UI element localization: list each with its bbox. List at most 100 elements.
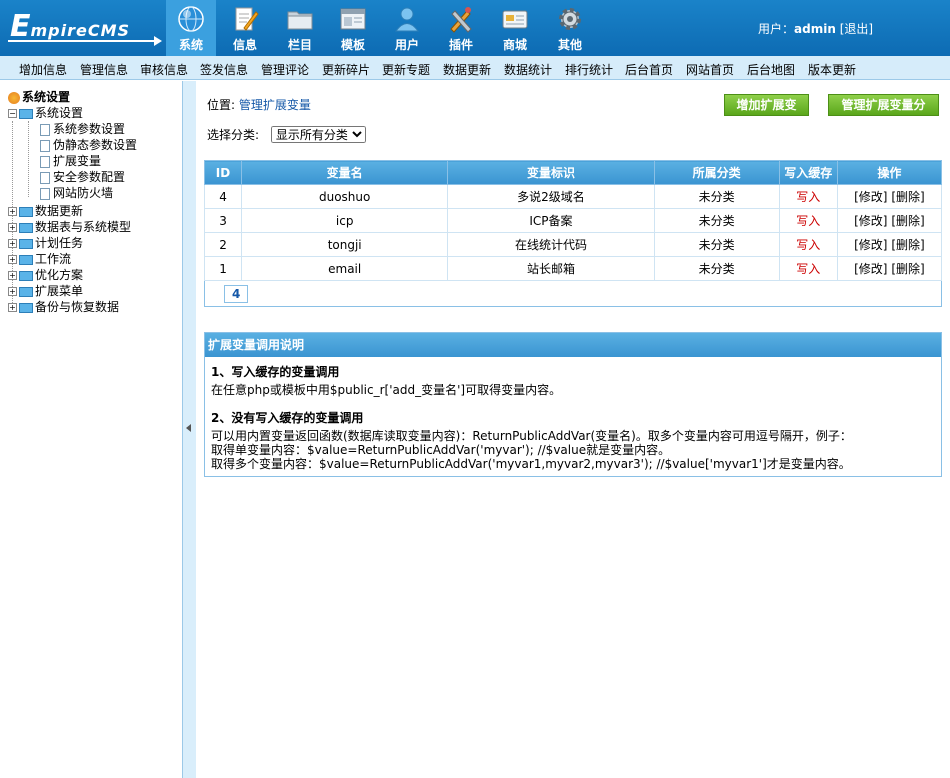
add-ext-var-button[interactable]: 增加扩展变量: [724, 94, 809, 132]
delete-link[interactable]: [删除]: [891, 190, 924, 204]
submenu-admin-map[interactable]: 后台地图: [747, 61, 795, 78]
collapse-arrow-icon[interactable]: [186, 424, 191, 432]
tree-item-firewall[interactable]: 网站防火墙: [40, 185, 113, 201]
logo-letter: E: [10, 9, 31, 44]
submenu-manage-info[interactable]: 管理信息: [80, 61, 128, 78]
tree-item-security-params[interactable]: 安全参数配置: [40, 169, 125, 185]
help-title: 扩展变量调用说明: [205, 333, 941, 357]
tree-item-rewrite-params[interactable]: 伪静态参数设置: [40, 137, 137, 153]
edit-link[interactable]: [修改]: [854, 214, 887, 228]
cell-id: 3: [203, 208, 243, 233]
cell-actions: [修改] [删除]: [836, 256, 943, 281]
nav-plugin[interactable]: 插件: [438, 0, 484, 56]
top-header: EmpireCMS 系统 信息 栏目 模板 用户 插件 商城 其他 用户：adm…: [0, 0, 950, 56]
page-number[interactable]: 4: [224, 284, 249, 303]
edit-link[interactable]: [修改]: [854, 262, 887, 276]
submenu-site-home[interactable]: 网站首页: [686, 61, 734, 78]
tree-item-label: 伪静态参数设置: [53, 138, 138, 152]
expand-icon[interactable]: +: [8, 271, 17, 280]
nav-info-label: 信息: [232, 38, 257, 52]
cell-label: 在线统计代码: [447, 232, 655, 257]
submenu-version-update[interactable]: 版本更新: [808, 61, 856, 78]
help-section-2-line-2: 取得单变量内容：$value=ReturnPublicAddVar('myvar…: [211, 443, 671, 457]
nav-shop[interactable]: 商城: [492, 0, 538, 56]
folder-icon: [19, 254, 33, 265]
manage-ext-var-category-button[interactable]: 管理扩展变量分类: [828, 94, 939, 132]
tree-group-tables-models[interactable]: + 数据表与系统模型: [8, 219, 131, 235]
empirecms-logo[interactable]: EmpireCMS: [8, 8, 162, 48]
delete-link[interactable]: [删除]: [891, 214, 924, 228]
logout-link[interactable]: [退出]: [840, 22, 873, 36]
help-box: 扩展变量调用说明 1、写入缓存的变量调用 在任意php或模板中用$public_…: [204, 332, 942, 477]
tree-root[interactable]: 系统设置: [8, 89, 70, 105]
nav-template[interactable]: 模板: [330, 0, 376, 56]
tree-group-label: 计划任务: [35, 236, 84, 250]
category-select[interactable]: 显示所有分类: [270, 126, 366, 143]
table-row: 3 icp ICP备案 未分类 写入 [修改] [删除]: [203, 208, 943, 233]
delete-link[interactable]: [删除]: [891, 238, 924, 252]
delete-link[interactable]: [删除]: [891, 262, 924, 276]
tree-group-ext-menu[interactable]: + 扩展菜单: [8, 283, 83, 299]
nav-user[interactable]: 用户: [384, 0, 430, 56]
document-icon: [40, 171, 50, 184]
edit-link[interactable]: [修改]: [854, 238, 887, 252]
nav-template-label: 模板: [340, 38, 365, 52]
submenu-sign-info[interactable]: 签发信息: [200, 61, 248, 78]
cell-id: 4: [203, 184, 243, 209]
write-cache-link[interactable]: 写入: [778, 232, 838, 257]
expand-icon[interactable]: +: [8, 239, 17, 248]
submenu-update-fragments[interactable]: 更新碎片: [322, 61, 370, 78]
breadcrumb-prefix: 位置:: [207, 98, 236, 112]
expand-icon[interactable]: +: [8, 287, 17, 296]
submenu-review-info[interactable]: 审核信息: [140, 61, 188, 78]
folder-icon: [19, 302, 33, 313]
nav-other[interactable]: 其他: [547, 0, 593, 56]
tools-icon: [450, 7, 472, 33]
col-header-id: ID: [203, 160, 243, 185]
submenu-admin-home[interactable]: 后台首页: [625, 61, 673, 78]
submenu-add-info[interactable]: 增加信息: [19, 61, 67, 78]
collapse-icon[interactable]: −: [8, 109, 17, 118]
submenu-ranking-stats[interactable]: 排行统计: [565, 61, 613, 78]
write-cache-link[interactable]: 写入: [778, 256, 838, 281]
tree-group-backup[interactable]: + 备份与恢复数据: [8, 299, 119, 315]
submenu-data-stats[interactable]: 数据统计: [504, 61, 552, 78]
cell-name: duoshuo: [241, 184, 449, 209]
nav-other-label: 其他: [557, 38, 582, 52]
tree-group-scheduled-tasks[interactable]: + 计划任务: [8, 235, 83, 251]
logo-arrow-icon: [8, 36, 162, 46]
tree-group-workflow[interactable]: + 工作流: [8, 251, 71, 267]
document-icon: [40, 123, 50, 136]
nav-info[interactable]: 信息: [222, 0, 268, 56]
nav-column[interactable]: 栏目: [277, 0, 323, 56]
tree-group-data-update[interactable]: + 数据更新: [8, 203, 83, 219]
nav-shop-label: 商城: [502, 38, 527, 52]
user-info: 用户：admin [退出]: [758, 20, 873, 37]
user-icon: [395, 7, 419, 32]
tree-item-ext-vars[interactable]: 扩展变量: [40, 153, 101, 169]
folder-open-icon: [19, 108, 33, 119]
tree-item-label: 扩展变量: [53, 154, 102, 168]
cell-name: tongji: [241, 232, 449, 257]
expand-icon[interactable]: +: [8, 223, 17, 232]
tree-group-label: 备份与恢复数据: [35, 300, 120, 314]
edit-link[interactable]: [修改]: [854, 190, 887, 204]
tree-group-optimization[interactable]: + 优化方案: [8, 267, 83, 283]
submenu-update-topics[interactable]: 更新专题: [382, 61, 430, 78]
help-section-1-text: 在任意php或模板中用$public_r['add_变量名']可取得变量内容。: [211, 383, 562, 397]
sidebar: 系统设置 − 系统设置 系统参数设置 伪静态参数设置 扩展变量 安全参数配置 网站…: [0, 81, 183, 778]
submenu-data-update[interactable]: 数据更新: [443, 61, 491, 78]
submenu-manage-comments[interactable]: 管理评论: [261, 61, 309, 78]
folder-icon: [19, 238, 33, 249]
tree-item-system-params[interactable]: 系统参数设置: [40, 121, 125, 137]
tree-item-label: 网站防火墙: [53, 186, 114, 200]
expand-icon[interactable]: +: [8, 207, 17, 216]
breadcrumb-link[interactable]: 管理扩展变量: [239, 98, 311, 112]
nav-system[interactable]: 系统: [166, 0, 216, 56]
tree-group-system-settings[interactable]: − 系统设置: [8, 105, 83, 121]
expand-icon[interactable]: +: [8, 255, 17, 264]
write-cache-link[interactable]: 写入: [778, 184, 838, 209]
sidebar-splitter[interactable]: [183, 81, 196, 778]
write-cache-link[interactable]: 写入: [778, 208, 838, 233]
expand-icon[interactable]: +: [8, 303, 17, 312]
